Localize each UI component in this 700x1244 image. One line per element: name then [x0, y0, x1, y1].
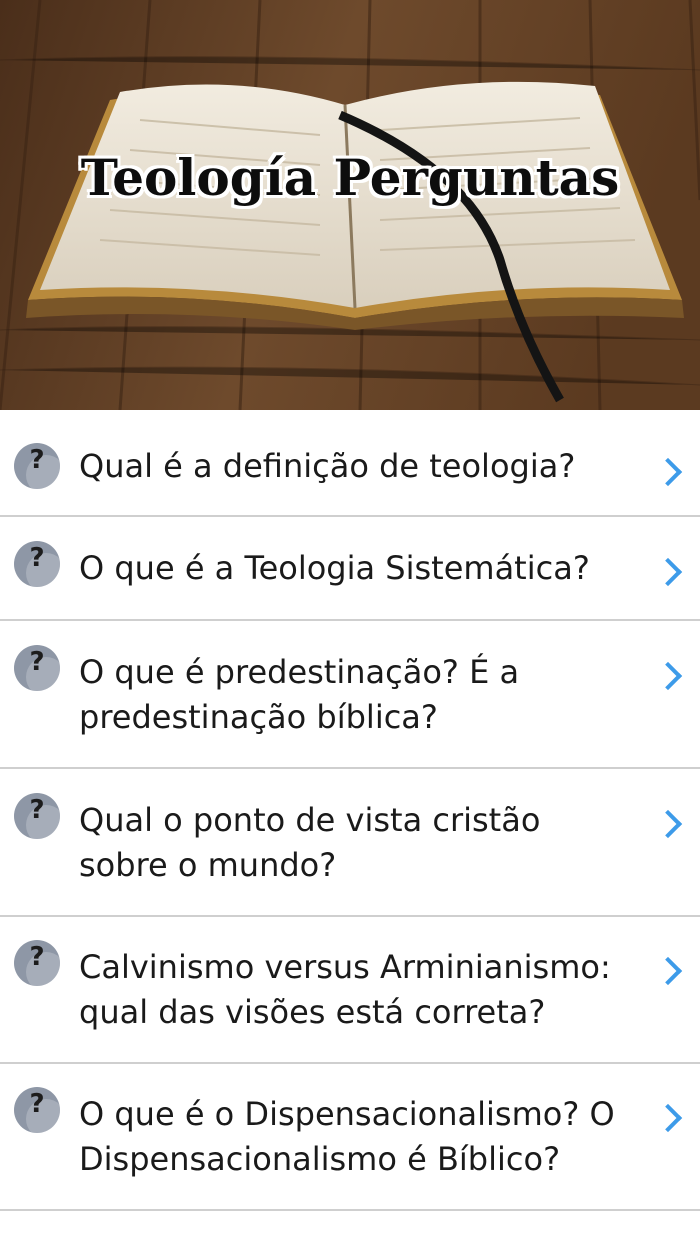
question-list: ? Qual é a definição de teologia? ? O qu…	[0, 410, 700, 1211]
list-item-label: Qual é a definição de teologia?	[79, 447, 576, 485]
chevron-right-icon	[653, 457, 683, 487]
list-item-label: Calvinismo versus Arminianismo: qual das…	[79, 948, 611, 1031]
list-item-1[interactable]: ? Qual é a definição de teologia?	[0, 410, 700, 517]
list-item-3[interactable]: ? O que é predestinação? É a predestinaç…	[0, 621, 700, 769]
question-mark-icon: ?	[14, 645, 60, 691]
app-title: Teología Perguntas	[80, 148, 620, 207]
list-item-2[interactable]: ? O que é a Teologia Sistemática?	[0, 517, 700, 621]
chevron-right-icon	[653, 557, 683, 587]
chevron-right-icon	[653, 661, 683, 691]
list-item-4[interactable]: ? Qual o ponto de vista cristão sobre o …	[0, 769, 700, 917]
header-banner: Teología Perguntas	[0, 0, 700, 410]
list-item-label: O que é predestinação? É a predestinação…	[79, 653, 520, 736]
chevron-right-icon	[653, 956, 683, 986]
list-item-label: O que é a Teologia Sistemática?	[79, 549, 590, 587]
question-mark-icon: ?	[14, 541, 60, 587]
list-item-5[interactable]: ? Calvinismo versus Arminianismo: qual d…	[0, 917, 700, 1064]
list-item-6[interactable]: ? O que é o Dispensacionalismo? O Dispen…	[0, 1064, 700, 1211]
question-mark-icon: ?	[14, 793, 60, 839]
chevron-right-icon	[653, 809, 683, 839]
chevron-right-icon	[653, 1103, 683, 1133]
question-mark-icon: ?	[14, 1087, 60, 1133]
question-mark-icon: ?	[14, 443, 60, 489]
question-mark-icon: ?	[14, 940, 60, 986]
list-item-label: O que é o Dispensacionalismo? O Dispensa…	[79, 1095, 615, 1178]
list-item-label: Qual o ponto de vista cristão sobre o mu…	[79, 801, 541, 884]
